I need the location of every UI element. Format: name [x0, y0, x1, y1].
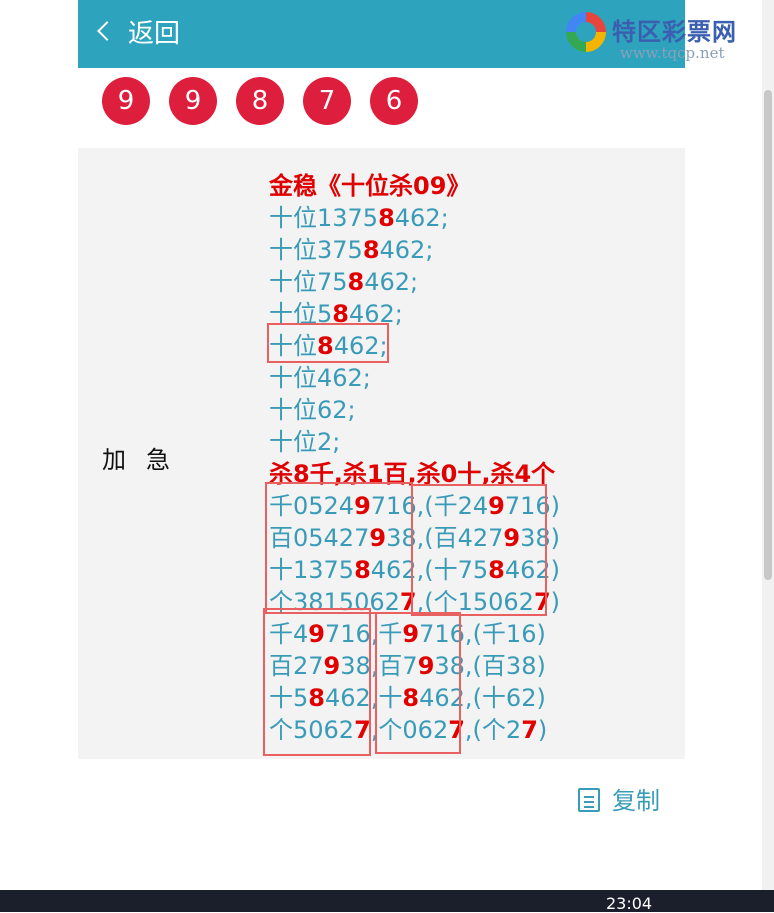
line-text: 十位62;	[269, 396, 356, 424]
line-text: 462;	[379, 236, 434, 264]
line-text: 十位462;	[269, 364, 371, 392]
prediction-line: 十位13758462;	[269, 202, 669, 234]
top-header: 返回 特区彩票网 www.tqcp.net	[78, 0, 736, 68]
prediction-line: 十位462;	[269, 362, 669, 394]
line-text: )	[537, 716, 548, 744]
result-ball: 8	[236, 77, 284, 125]
content-panel: 加急 金稳《十位杀09》 十位13758462; 十位3758462; 十位75846…	[78, 148, 685, 759]
page-scrollbar[interactable]	[762, 0, 774, 890]
highlight-box	[411, 484, 547, 616]
taskbar	[0, 890, 774, 912]
highlight-digit: 8	[347, 268, 365, 296]
line-text: 十位2;	[269, 428, 341, 456]
result-ball: 7	[303, 77, 351, 125]
highlight-digit: 8	[378, 204, 395, 232]
taskbar-clock: 23:04	[606, 894, 653, 913]
highlight-box	[263, 608, 371, 756]
result-ball: 6	[370, 77, 418, 125]
logo-swirl-icon	[566, 12, 606, 52]
scrollbar-thumb[interactable]	[764, 90, 772, 580]
chevron-left-icon	[97, 21, 117, 41]
line-text: 金稳《十位杀09》	[269, 172, 471, 200]
line-text: 462;	[394, 204, 449, 232]
back-button[interactable]: 返回	[97, 17, 181, 51]
highlight-digit: 8	[362, 236, 380, 264]
highlight-box	[375, 612, 461, 754]
line-text: )	[550, 588, 561, 616]
line-text: 十位75	[269, 268, 348, 296]
highlight-box	[265, 482, 413, 614]
line-text: 462;	[364, 268, 419, 296]
copy-icon	[578, 788, 600, 812]
line-text: 十位1375	[269, 204, 379, 232]
prediction-line: 十位2;	[269, 426, 669, 458]
site-logo: 特区彩票网 www.tqcp.net	[566, 8, 766, 68]
line-text: ,(个2	[464, 716, 522, 744]
logo-text: 特区彩票网	[612, 18, 737, 46]
prediction-line: 十位758462;	[269, 266, 669, 298]
result-ball: 9	[169, 77, 217, 125]
highlight-digit: 7	[521, 716, 538, 744]
highlight-box	[267, 323, 389, 363]
prediction-line: 十位62;	[269, 394, 669, 426]
logo-url: www.tqcp.net	[620, 44, 725, 62]
row-label: 加急	[102, 446, 190, 474]
result-ball: 9	[102, 77, 150, 125]
copy-label: 复制	[612, 787, 660, 815]
prediction-line: 十位3758462;	[269, 234, 669, 266]
line-text: 十位375	[269, 236, 363, 264]
prediction-line: 金稳《十位杀09》	[269, 170, 669, 202]
back-label: 返回	[128, 19, 181, 49]
